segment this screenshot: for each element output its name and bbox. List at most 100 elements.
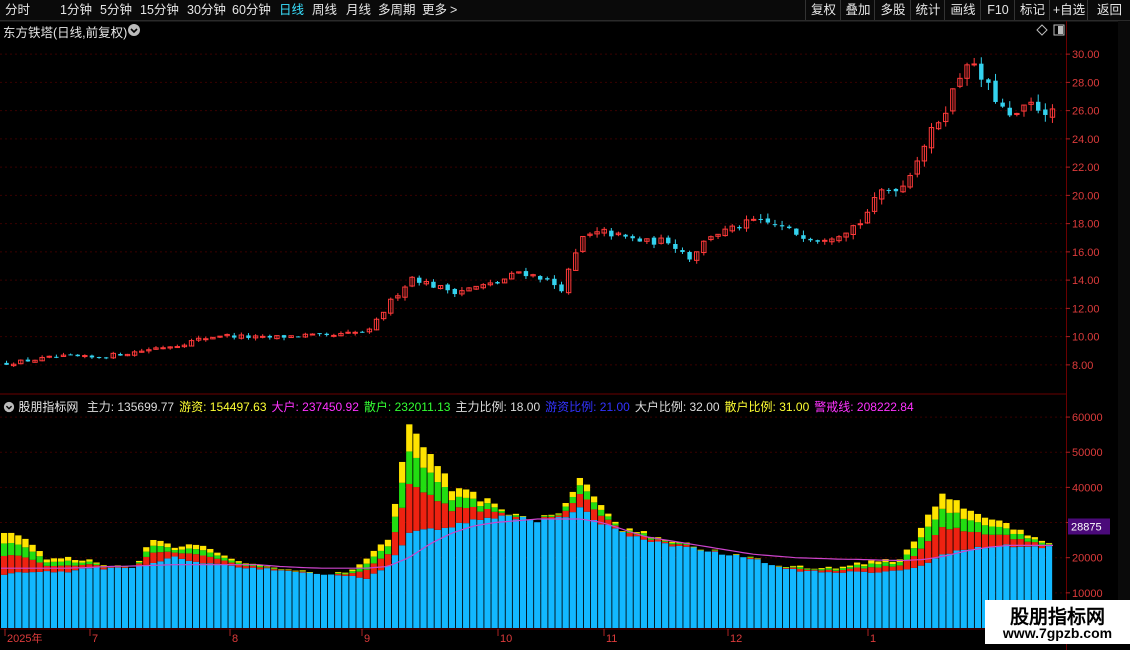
chevron-down-circle-icon[interactable] [3,401,15,413]
indicator-bar-red [185,553,193,561]
indicator-bar-red [846,568,854,572]
indicator-bar-red [136,563,143,566]
indicator-bar-green [910,548,918,557]
indicator-bar-main [818,572,825,628]
indicator-bar-green [818,569,825,571]
indicator-bar-red [363,569,370,579]
indicator-bar-red [889,566,896,571]
indicator-bar-green [1024,538,1031,542]
indicator-bar-yellow [953,500,960,513]
indicator-bar-yellow [399,461,406,483]
indicator-bar-green [946,512,953,530]
x-axis-label: 7 [92,633,98,645]
indicator-bar-main [264,568,271,628]
indicator-bar-main [647,541,655,628]
indicator-bar-yellow [875,561,882,565]
indicator-bar-main [36,571,43,628]
indicator-bar-red [384,554,392,566]
indicator-bar-red [818,570,825,573]
candle-body [360,331,365,333]
indicator-bar-red [498,512,505,516]
indicator-bar-yellow [86,559,93,562]
indicator-bar-red [406,483,413,533]
indicator-bar-red [178,553,185,559]
indicator-bar-main [363,578,370,628]
indicator-bar-red [797,568,804,572]
candle-body [552,278,557,286]
indicator-bar-red [463,507,470,524]
indicator-bar-green [747,557,754,559]
x-axis-label: 12 [730,633,742,645]
candle-body [609,230,614,237]
indicator-bar-green [605,516,612,520]
candle-body [4,362,9,365]
indicator-bar-yellow [782,567,790,568]
legend-item-8: 警戒线: 208222.84 [814,400,914,414]
indicator-bar-green [917,537,925,549]
candle-body [673,243,678,249]
indicator-bar-main [64,572,72,628]
candle-body [801,235,806,239]
price-tick-label: 8.00 [1072,360,1093,372]
indicator-bar-green [541,515,548,517]
indicator-bar-green [612,523,619,526]
indicator-bar-main [406,532,413,628]
candle-body [232,335,237,338]
indicator-bar-main [306,572,313,628]
indicator-bar-main [718,554,726,628]
indicator-bar-green [861,566,868,569]
indicator-bar-yellow [960,508,967,519]
indicator-bar-red [953,527,960,551]
indicator-tick-label: 50000 [1072,447,1103,459]
indicator-bar-main [249,567,257,628]
indicator-bar-yellow [974,513,982,523]
indicator-bar-green [590,502,598,510]
indicator-bar-main [498,515,505,628]
indicator-bar-green [363,563,370,570]
chart-area[interactable]: 30.0028.0026.0024.0022.0020.0018.0016.00… [0,0,1130,650]
indicator-bar-red [548,516,555,519]
indicator-bar-yellow [178,546,185,550]
indicator-bar-main [619,531,626,628]
candle-body [296,336,301,338]
indicator-bar-green [384,546,392,555]
indicator-bar-green [804,569,811,570]
indicator-bar-green [335,572,342,574]
indicator-bar-main [974,546,982,628]
candle-body [750,218,757,221]
indicator-bar-green [43,562,50,566]
indicator-bar-red [22,557,29,573]
indicator-bar-green [498,510,505,513]
indicator-bar-red [910,556,918,568]
indicator-bar-red [903,560,910,570]
indicator-bar-main [605,524,612,628]
candle-body [46,355,52,358]
candle-body [75,354,80,357]
indicator-bar-red [590,509,598,521]
indicator-tick-label: 60000 [1072,412,1103,424]
indicator-bar-main [541,518,548,628]
legend-item-2: 大户: 237450.92 [271,400,359,414]
indicator-bar-yellow [356,564,363,568]
indicator-bar-green [989,526,996,535]
indicator-bar-green [832,569,839,571]
indicator-bar-yellow [150,539,157,546]
indicator-bar-main [285,570,292,628]
indicator-bar-green [391,516,399,533]
indicator-bar-main [356,577,363,628]
legend-item-6: 大户比例: 32.00 [634,400,720,414]
indicator-bar-red [981,534,989,549]
indicator-bar-yellow [441,473,448,488]
indicator-bar-red [747,558,754,560]
candle-body [174,346,181,349]
price-tick-label: 10.00 [1072,332,1100,344]
indicator-bar-green [406,451,413,484]
indicator-bar-main [939,554,946,628]
indicator-bar-green [377,550,384,559]
indicator-bar-main [811,570,818,628]
price-tick-label: 24.00 [1072,134,1100,146]
indicator-bar-main [420,529,427,628]
indicator-bar-yellow [576,477,584,486]
candle-body [68,354,73,356]
indicator-bar-red [50,565,58,573]
